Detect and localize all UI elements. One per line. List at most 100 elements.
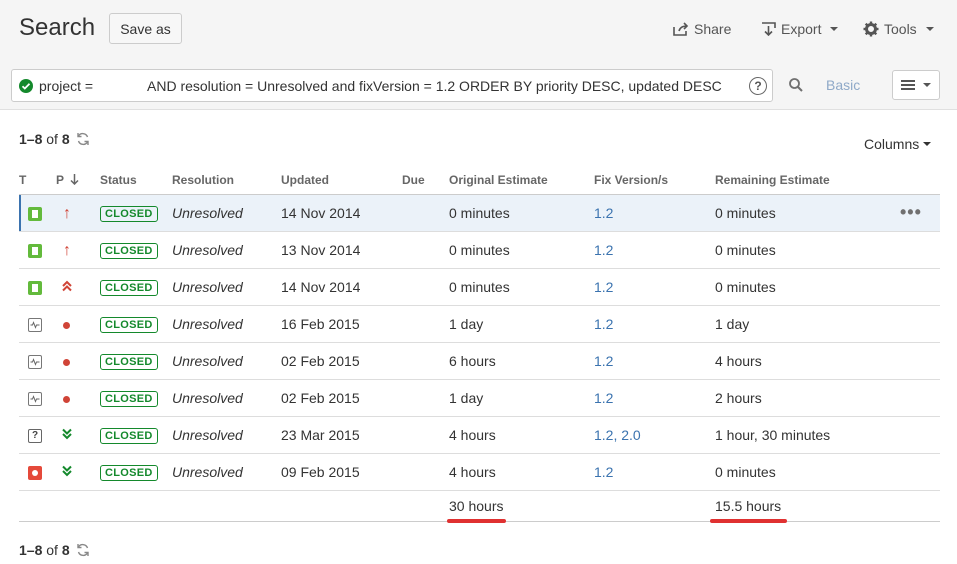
status-badge: CLOSED xyxy=(100,279,158,296)
table-row[interactable]: CLOSED Unresolved 14 Nov 2014 0 minutes 1.2 0… xyxy=(19,268,940,306)
priority-cell[interactable]: ↑ xyxy=(56,194,100,232)
refresh-icon[interactable] xyxy=(76,543,90,557)
status-badge: CLOSED xyxy=(100,205,158,222)
status-cell: CLOSED xyxy=(100,379,172,417)
jql-query-input[interactable]: project = AND resolution = Unresolved an… xyxy=(11,69,773,102)
column-header-resolution[interactable]: Resolution xyxy=(172,166,281,195)
table-row[interactable]: CLOSED Unresolved 16 Feb 2015 1 day 1.2 1 day xyxy=(19,305,940,343)
priority-major-icon xyxy=(63,358,70,366)
columns-dropdown[interactable]: Columns xyxy=(864,136,932,152)
type-cell[interactable] xyxy=(19,194,56,232)
due-cell xyxy=(402,342,449,380)
column-header-updated[interactable]: Updated xyxy=(281,166,402,195)
fix-version-cell: 1.2 xyxy=(594,231,715,269)
query-body: AND resolution = Unresolved and fixVersi… xyxy=(147,78,722,94)
export-icon xyxy=(762,22,776,36)
fix-version-link[interactable]: 1.2 xyxy=(594,242,613,258)
status-badge: CLOSED xyxy=(100,427,158,444)
chevron-down-icon xyxy=(923,83,931,87)
table-row[interactable]: CLOSED Unresolved 02 Feb 2015 6 hours 1.2 4 h… xyxy=(19,342,940,380)
priority-cell[interactable] xyxy=(56,342,100,380)
columns-label: Columns xyxy=(864,136,920,152)
story-icon xyxy=(28,206,42,221)
type-cell[interactable] xyxy=(19,453,56,491)
updated-cell: 14 Nov 2014 xyxy=(281,194,402,232)
status-cell: CLOSED xyxy=(100,231,172,269)
basic-search-link[interactable]: Basic xyxy=(826,77,860,93)
fix-version-link[interactable]: 1.2 xyxy=(594,205,613,221)
export-label: Export xyxy=(781,21,822,37)
priority-major-icon xyxy=(63,321,70,329)
share-icon xyxy=(673,22,689,36)
table-row[interactable]: ↑ CLOSED Unresolved 13 Nov 2014 0 minutes 1.2… xyxy=(19,231,940,269)
table-row[interactable]: ? CLOSED Unresolved 23 Mar 2015 4 hours 1.2, … xyxy=(19,416,940,454)
chevron-down-icon xyxy=(830,27,839,31)
tools-dropdown[interactable]: Tools xyxy=(863,18,934,40)
page-header: Search Save as Share Export Tools projec… xyxy=(0,0,957,110)
actions-cell xyxy=(885,379,940,417)
table-row[interactable]: ↑ CLOSED Unresolved 14 Nov 2014 0 minutes 1.2… xyxy=(19,194,940,232)
search-icon[interactable] xyxy=(788,77,804,93)
task-icon xyxy=(28,317,42,332)
fix-version-link[interactable]: 1.2, 2.0 xyxy=(594,427,641,443)
fix-version-link[interactable]: 1.2 xyxy=(594,464,613,480)
priority-trivial-icon xyxy=(60,465,74,480)
column-header-fix-versions[interactable]: Fix Version/s xyxy=(594,166,715,195)
fix-version-link[interactable]: 1.2 xyxy=(594,316,613,332)
save-as-button[interactable]: Save as xyxy=(109,13,182,44)
refresh-icon[interactable] xyxy=(76,132,90,146)
status-badge: CLOSED xyxy=(100,316,158,333)
type-cell[interactable] xyxy=(19,342,56,380)
fix-version-cell: 1.2 xyxy=(594,305,715,343)
fix-version-link[interactable]: 1.2 xyxy=(594,390,613,406)
query-text[interactable]: project = AND resolution = Unresolved an… xyxy=(39,78,722,94)
priority-cell[interactable] xyxy=(56,268,100,306)
share-label: Share xyxy=(694,21,732,37)
type-cell[interactable] xyxy=(19,268,56,306)
updated-cell: 02 Feb 2015 xyxy=(281,379,402,417)
priority-cell[interactable]: ↑ xyxy=(56,231,100,269)
column-header-actions xyxy=(885,166,940,195)
column-header-due[interactable]: Due xyxy=(402,166,449,195)
valid-check-icon xyxy=(19,79,33,93)
tools-label: Tools xyxy=(884,21,917,37)
column-header-remaining-estimate[interactable]: Remaining Estimate xyxy=(715,166,885,195)
fix-version-link[interactable]: 1.2 xyxy=(594,279,613,295)
fix-version-cell: 1.2 xyxy=(594,194,715,232)
priority-cell[interactable] xyxy=(56,453,100,491)
column-header-original-estimate[interactable]: Original Estimate xyxy=(449,166,594,195)
share-button[interactable]: Share xyxy=(673,18,731,40)
priority-cell[interactable] xyxy=(56,379,100,417)
remaining-estimate-cell: 1 day xyxy=(715,305,885,343)
table-row[interactable]: CLOSED Unresolved 09 Feb 2015 4 hours 1.2 0 m… xyxy=(19,453,940,491)
original-estimate-cell: 0 minutes xyxy=(449,194,594,232)
fix-version-link[interactable]: 1.2 xyxy=(594,353,613,369)
more-actions-icon[interactable]: ••• xyxy=(900,202,922,222)
total-count: 8 xyxy=(61,542,70,558)
original-estimate-cell: 1 day xyxy=(449,305,594,343)
issue-table: T P Status Resolution Updated Due Origin… xyxy=(19,166,940,522)
type-cell[interactable] xyxy=(19,379,56,417)
status-cell: CLOSED xyxy=(100,305,172,343)
column-header-status[interactable]: Status xyxy=(100,166,172,195)
of-label: of xyxy=(46,131,58,147)
column-header-priority[interactable]: P xyxy=(56,166,100,195)
status-badge: CLOSED xyxy=(100,353,158,370)
type-cell[interactable] xyxy=(19,305,56,343)
gear-icon xyxy=(863,21,879,37)
table-row[interactable]: CLOSED Unresolved 02 Feb 2015 1 day 1.2 2 hou… xyxy=(19,379,940,417)
type-cell[interactable]: ? xyxy=(19,416,56,454)
priority-cell[interactable] xyxy=(56,416,100,454)
export-dropdown[interactable]: Export xyxy=(761,18,839,40)
of-label: of xyxy=(46,542,58,558)
priority-cell[interactable] xyxy=(56,305,100,343)
remaining-estimate-cell: 0 minutes xyxy=(715,194,885,232)
chevron-down-icon xyxy=(923,142,932,146)
help-icon[interactable]: ? xyxy=(749,77,767,95)
resolution-cell: Unresolved xyxy=(172,453,281,491)
resolution-cell: Unresolved xyxy=(172,342,281,380)
remaining-estimate-cell: 2 hours xyxy=(715,379,885,417)
column-header-type[interactable]: T xyxy=(19,166,56,195)
view-options-button[interactable] xyxy=(892,70,940,100)
type-cell[interactable] xyxy=(19,231,56,269)
